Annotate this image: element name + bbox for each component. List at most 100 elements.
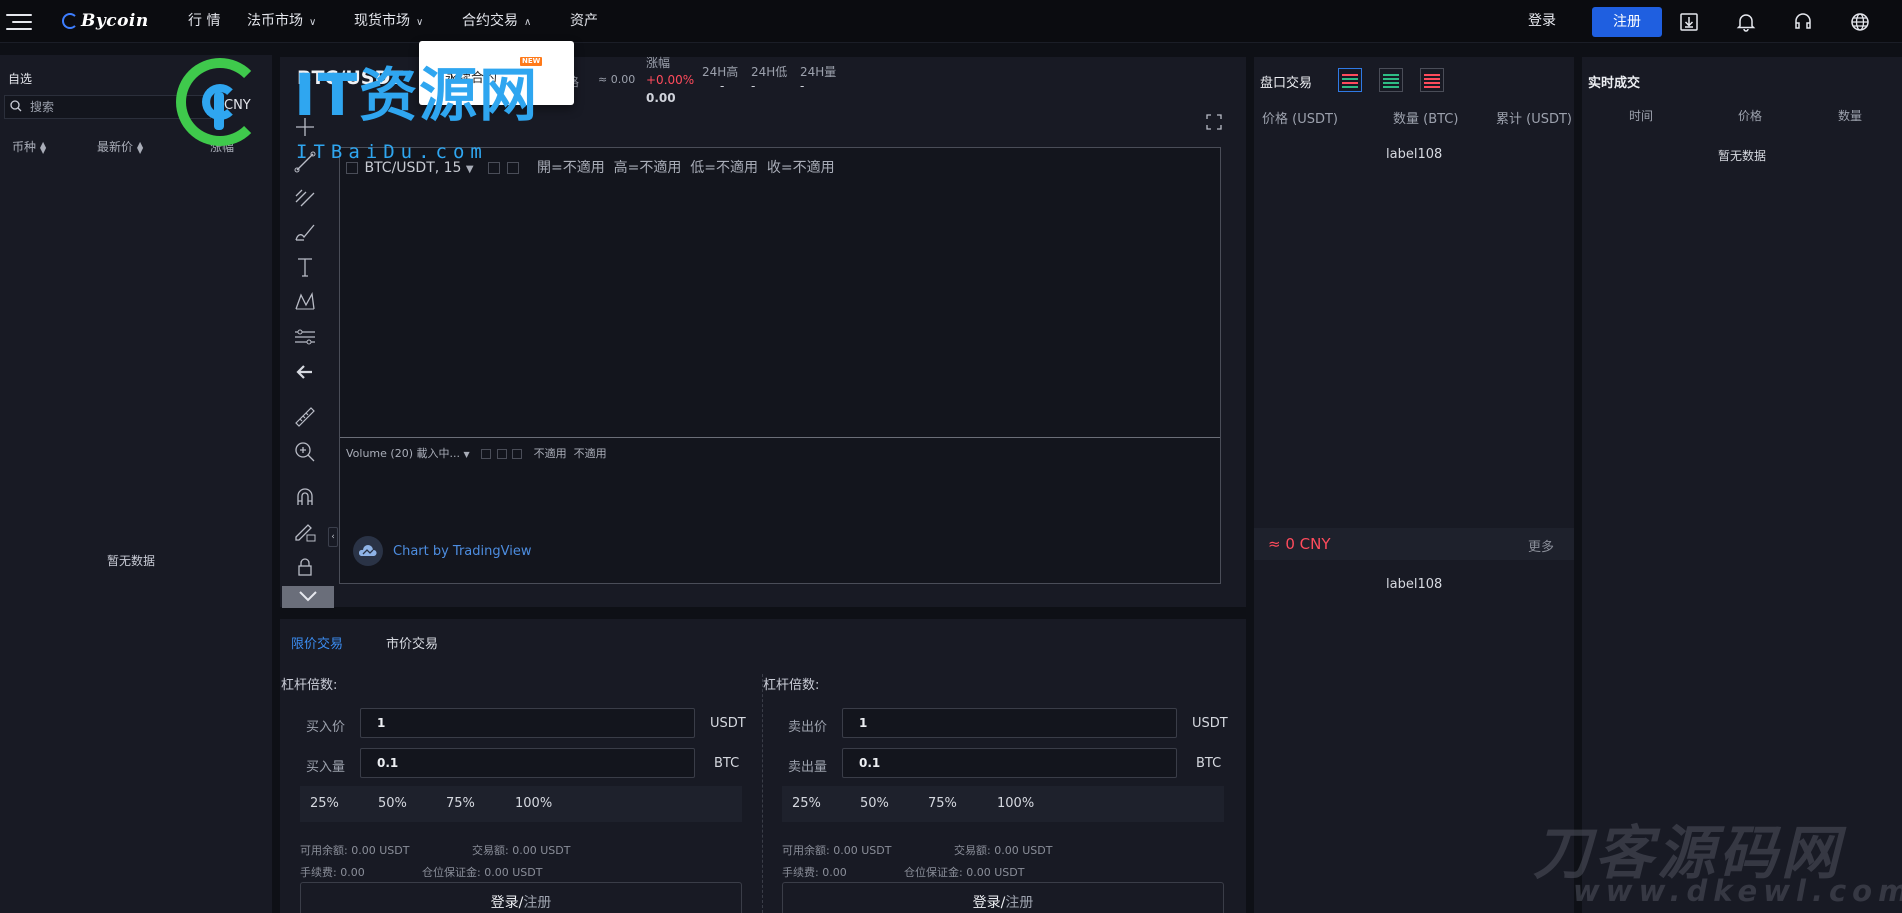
nav-item-label: 现货市场 <box>354 13 410 29</box>
toolbar-scroll-down[interactable] <box>282 586 334 608</box>
settings-box-icon[interactable] <box>488 162 501 174</box>
price-approx: ≈ 0.00 <box>598 73 636 86</box>
settings-box-icon[interactable] <box>496 449 507 459</box>
trades-col-qty: 数量 <box>1838 109 1863 123</box>
col-change-label: 涨幅 <box>210 140 235 154</box>
submit-login-text: 登录/ <box>490 895 524 911</box>
chart-symbol[interactable]: BTC/USDT, 15 <box>364 160 461 176</box>
chevron-down-icon <box>299 591 317 602</box>
nav-item-label: 合约交易 <box>462 13 518 29</box>
login-button[interactable]: 登录 <box>1528 0 1556 43</box>
lock-pencil-icon[interactable] <box>292 519 318 545</box>
buy-fee: 手续费: 0.00 <box>300 866 365 879</box>
register-button[interactable]: 注册 <box>1592 7 1662 37</box>
eye-box-icon[interactable] <box>481 449 492 459</box>
volume-study-label[interactable]: Volume (20) 載入中... <box>346 447 460 460</box>
toolbar-collapse-button[interactable]: ‹ <box>328 527 338 547</box>
chart-canvas[interactable]: BTC/USDT, 15 ▼ 開=不適用 高=不適用 低=不適用 收=不適用 V… <box>339 147 1221 584</box>
measure-icon[interactable] <box>292 324 318 350</box>
sell-leverage-label: 杠杆倍数: <box>763 678 820 693</box>
nav-item-assets[interactable]: 资产 <box>570 0 598 43</box>
tab-limit-order[interactable]: 限价交易 <box>291 633 343 652</box>
orderbook-title: 盘口交易 <box>1260 76 1313 91</box>
tab-market-order[interactable]: 市价交易 <box>386 633 438 652</box>
low-label: 24H低 <box>751 65 788 79</box>
sell-qty-input[interactable] <box>843 749 1176 777</box>
buy-pct-100[interactable]: 100% <box>515 796 552 811</box>
tradingview-cloud-icon <box>353 536 383 566</box>
pane-divider[interactable] <box>340 437 1220 438</box>
trades-col-price: 价格 <box>1738 109 1763 123</box>
ohlc-open: 開=不適用 <box>536 160 605 176</box>
buy-trade-amount: 交易额: 0.00 USDT <box>472 844 571 857</box>
book-col-total: 累计 (USDT) <box>1496 112 1572 127</box>
brand-logo[interactable]: Bycoin <box>62 8 149 34</box>
text-icon[interactable] <box>292 254 318 280</box>
book-bids-view-icon[interactable] <box>1379 68 1403 92</box>
sell-pct-100[interactable]: 100% <box>997 796 1034 811</box>
sell-pct-50[interactable]: 50% <box>860 796 889 811</box>
sort-coin[interactable]: 币种 ▲ ▼ <box>12 138 46 155</box>
buy-pct-25[interactable]: 25% <box>310 796 339 811</box>
dropdown-item-perpetual[interactable]: 永续合约 <box>445 67 497 86</box>
arrow-left-icon[interactable] <box>292 359 318 385</box>
close-box-icon[interactable] <box>506 162 519 174</box>
buy-pct-75[interactable]: 75% <box>446 796 475 811</box>
sell-price-input[interactable] <box>843 709 1176 737</box>
sell-login-register-button[interactable]: 登录/注册 <box>782 882 1224 913</box>
fib-icon[interactable] <box>292 184 318 210</box>
globe-icon[interactable] <box>1849 11 1871 33</box>
lock-icon[interactable] <box>292 554 318 580</box>
chevron-down-icon[interactable]: ▼ <box>466 164 474 175</box>
sort-change[interactable]: 涨幅 <box>210 138 234 155</box>
buy-login-register-button[interactable]: 登录/注册 <box>300 882 742 913</box>
buy-price-field[interactable] <box>360 708 695 738</box>
sort-last-price[interactable]: 最新价 ▲ ▼ <box>97 138 143 155</box>
headset-icon[interactable] <box>1792 11 1814 33</box>
sell-qty-field[interactable] <box>842 748 1177 778</box>
hamburger-menu-icon[interactable] <box>6 12 32 32</box>
sell-trade-amount: 交易额: 0.00 USDT <box>954 844 1053 857</box>
buy-margin: 仓位保证金: 0.00 USDT <box>422 866 543 879</box>
sell-margin: 仓位保证金: 0.00 USDT <box>904 866 1025 879</box>
nav-item-fiat-market[interactable]: 法币市场 ∨ <box>247 0 316 43</box>
trendline-icon[interactable] <box>292 149 318 175</box>
sell-pct-25[interactable]: 25% <box>792 796 821 811</box>
nav-item-contract-trading[interactable]: 合约交易 ∧ <box>462 0 531 43</box>
chevron-down-icon[interactable]: ▼ <box>463 450 469 459</box>
ruler-icon[interactable] <box>292 404 318 430</box>
sort-icon: ▲ ▼ <box>40 139 47 155</box>
brush-icon[interactable] <box>292 219 318 245</box>
nav-item-spot-market[interactable]: 现货市场 ∨ <box>354 0 423 43</box>
nav-item-market[interactable]: 行 情 <box>188 0 220 43</box>
buy-qty-field[interactable] <box>360 748 695 778</box>
download-icon[interactable] <box>1678 11 1700 33</box>
currency-toggle[interactable]: CNY <box>224 98 251 113</box>
order-divider <box>762 674 763 913</box>
buy-qty-input[interactable] <box>361 749 694 777</box>
book-asks-view-icon[interactable] <box>1420 68 1444 92</box>
sell-price-unit: USDT <box>1192 716 1228 731</box>
pattern-icon[interactable] <box>292 289 318 315</box>
zoom-in-icon[interactable] <box>292 439 318 465</box>
watchlist-search[interactable] <box>4 95 211 119</box>
crosshair-icon[interactable] <box>292 114 318 140</box>
fullscreen-icon[interactable] <box>1205 113 1223 131</box>
tradingview-credit[interactable]: Chart by TradingView <box>353 536 531 566</box>
magnet-icon[interactable] <box>292 484 318 510</box>
search-input[interactable] <box>30 99 200 115</box>
book-both-view-icon[interactable] <box>1338 68 1362 92</box>
bell-icon[interactable] <box>1735 11 1757 33</box>
sell-pct-75[interactable]: 75% <box>928 796 957 811</box>
sell-price-field[interactable] <box>842 708 1177 738</box>
buy-price-unit: USDT <box>710 716 746 731</box>
book-col-qty: 数量 (BTC) <box>1393 112 1459 127</box>
nav-item-label: 行 情 <box>188 13 221 29</box>
buy-pct-50[interactable]: 50% <box>378 796 407 811</box>
book-more-link[interactable]: 更多 <box>1528 536 1554 555</box>
pair-title: BTC/USDT <box>297 67 404 89</box>
close-box-icon[interactable] <box>512 449 523 459</box>
buy-price-input[interactable] <box>361 709 694 737</box>
collapse-legend-icon[interactable] <box>346 162 358 174</box>
nav-item-label: 资产 <box>570 13 598 29</box>
